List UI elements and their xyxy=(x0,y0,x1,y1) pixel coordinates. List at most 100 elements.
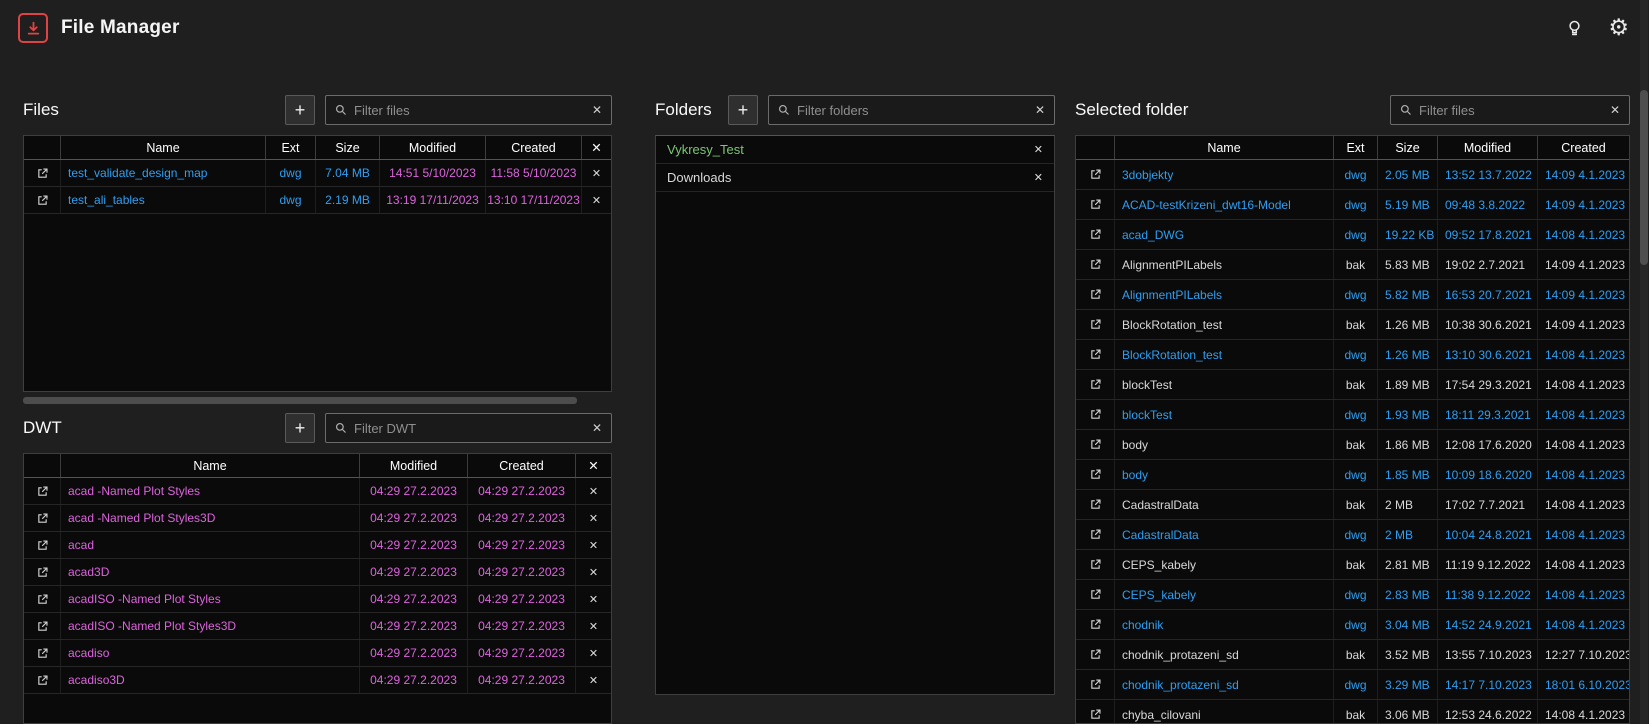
selected-file-row[interactable]: CadastralData dwg 2 MB 10:04 24.8.2021 1… xyxy=(1076,520,1629,550)
dwt-filter-input[interactable] xyxy=(354,421,585,436)
clear-search-icon[interactable]: ✕ xyxy=(1035,103,1045,117)
dwt-row[interactable]: acadiso 04:29 27.2.2023 04:29 27.2.2023 … xyxy=(24,640,611,667)
open-file-icon[interactable] xyxy=(1089,378,1102,391)
remove-file-icon[interactable]: ✕ xyxy=(592,167,601,180)
open-file-icon[interactable] xyxy=(1089,678,1102,691)
column-header-close[interactable]: ✕ xyxy=(581,136,611,159)
open-file-icon[interactable] xyxy=(1089,438,1102,451)
remove-dwt-icon[interactable]: ✕ xyxy=(589,485,598,498)
selected-file-row[interactable]: BlockRotation_test dwg 1.26 MB 13:10 30.… xyxy=(1076,340,1629,370)
dwt-row[interactable]: acadISO -Named Plot Styles3D 04:29 27.2.… xyxy=(24,613,611,640)
lightbulb-icon[interactable] xyxy=(1565,19,1584,38)
gear-icon[interactable]: ⚙ xyxy=(1608,17,1629,40)
dwt-row[interactable]: acadISO -Named Plot Styles 04:29 27.2.20… xyxy=(24,586,611,613)
add-dwt-button[interactable]: + xyxy=(285,413,315,443)
column-header-close[interactable]: ✕ xyxy=(575,454,611,477)
file-row[interactable]: test_validate_design_map dwg 7.04 MB 14:… xyxy=(24,160,611,187)
folder-item[interactable]: Downloads ✕ xyxy=(656,164,1054,192)
open-file-icon[interactable] xyxy=(1089,468,1102,481)
column-header-name[interactable]: Name xyxy=(60,136,265,159)
open-dwt-icon[interactable] xyxy=(36,566,49,579)
open-dwt-icon[interactable] xyxy=(36,620,49,633)
column-header-ext[interactable]: Ext xyxy=(1333,136,1377,159)
dwt-row[interactable]: acad -Named Plot Styles3D 04:29 27.2.202… xyxy=(24,505,611,532)
open-file-icon[interactable] xyxy=(1089,528,1102,541)
remove-dwt-icon[interactable]: ✕ xyxy=(589,512,598,525)
remove-dwt-icon[interactable]: ✕ xyxy=(589,593,598,606)
dwt-row[interactable]: acadiso3D 04:29 27.2.2023 04:29 27.2.202… xyxy=(24,667,611,694)
open-dwt-icon[interactable] xyxy=(36,539,49,552)
open-file-icon[interactable] xyxy=(1089,258,1102,271)
open-file-icon[interactable] xyxy=(1089,198,1102,211)
selected-file-row[interactable]: CEPS_kabely dwg 2.83 MB 11:38 9.12.2022 … xyxy=(1076,580,1629,610)
selected-file-row[interactable]: body bak 1.86 MB 12:08 17.6.2020 14:08 4… xyxy=(1076,430,1629,460)
column-header-ext[interactable]: Ext xyxy=(265,136,315,159)
column-header-modified[interactable]: Modified xyxy=(1437,136,1537,159)
column-header-size[interactable]: Size xyxy=(1377,136,1437,159)
files-horizontal-scrollbar[interactable] xyxy=(23,397,612,404)
open-file-icon[interactable] xyxy=(1089,648,1102,661)
open-file-icon[interactable] xyxy=(1089,558,1102,571)
open-file-icon[interactable] xyxy=(1089,318,1102,331)
open-file-icon[interactable] xyxy=(1089,588,1102,601)
open-file-icon[interactable] xyxy=(1089,708,1102,721)
dwt-row[interactable]: acad -Named Plot Styles 04:29 27.2.2023 … xyxy=(24,478,611,505)
selected-file-row[interactable]: AlignmentPILabels bak 5.83 MB 19:02 2.7.… xyxy=(1076,250,1629,280)
selected-folder-filter-input[interactable] xyxy=(1419,103,1603,118)
open-dwt-icon[interactable] xyxy=(36,485,49,498)
open-file-icon[interactable] xyxy=(1089,408,1102,421)
selected-file-row[interactable]: chodnik dwg 3.04 MB 14:52 24.9.2021 14:0… xyxy=(1076,610,1629,640)
column-header-created[interactable]: Created xyxy=(467,454,575,477)
column-header-created[interactable]: Created xyxy=(485,136,581,159)
folder-item[interactable]: Vykresy_Test ✕ xyxy=(656,136,1054,164)
remove-folder-icon[interactable]: ✕ xyxy=(1034,143,1043,156)
remove-folder-icon[interactable]: ✕ xyxy=(1034,171,1043,184)
folders-filter-input[interactable] xyxy=(797,103,1028,118)
open-file-icon[interactable] xyxy=(1089,498,1102,511)
open-file-icon[interactable] xyxy=(1089,288,1102,301)
scrollbar-thumb[interactable] xyxy=(23,397,577,404)
selected-file-row[interactable]: CadastralData bak 2 MB 17:02 7.7.2021 14… xyxy=(1076,490,1629,520)
column-header-name[interactable]: Name xyxy=(60,454,359,477)
dwt-row[interactable]: acad 04:29 27.2.2023 04:29 27.2.2023 ✕ xyxy=(24,532,611,559)
page-vertical-scrollbar[interactable] xyxy=(1640,0,1648,724)
selected-file-row[interactable]: chodnik_protazeni_sd bak 3.52 MB 13:55 7… xyxy=(1076,640,1629,670)
clear-search-icon[interactable]: ✕ xyxy=(592,421,602,435)
remove-dwt-icon[interactable]: ✕ xyxy=(589,539,598,552)
remove-dwt-icon[interactable]: ✕ xyxy=(589,620,598,633)
clear-search-icon[interactable]: ✕ xyxy=(1610,103,1620,117)
add-folder-button[interactable]: + xyxy=(728,95,758,125)
open-dwt-icon[interactable] xyxy=(36,647,49,660)
open-file-icon[interactable] xyxy=(1089,618,1102,631)
open-dwt-icon[interactable] xyxy=(36,593,49,606)
selected-file-row[interactable]: CEPS_kabely bak 2.81 MB 11:19 9.12.2022 … xyxy=(1076,550,1629,580)
selected-file-row[interactable]: chyba_cilovani bak 3.06 MB 12:53 24.6.20… xyxy=(1076,700,1629,724)
remove-dwt-icon[interactable]: ✕ xyxy=(589,674,598,687)
open-dwt-icon[interactable] xyxy=(36,674,49,687)
selected-file-row[interactable]: acad_DWG dwg 19.22 KB 09:52 17.8.2021 14… xyxy=(1076,220,1629,250)
selected-file-row[interactable]: BlockRotation_test bak 1.26 MB 10:38 30.… xyxy=(1076,310,1629,340)
open-file-icon[interactable] xyxy=(1089,348,1102,361)
selected-file-row[interactable]: blockTest dwg 1.93 MB 18:11 29.3.2021 14… xyxy=(1076,400,1629,430)
open-dwt-icon[interactable] xyxy=(36,512,49,525)
remove-dwt-icon[interactable]: ✕ xyxy=(589,566,598,579)
dwt-row[interactable]: acad3D 04:29 27.2.2023 04:29 27.2.2023 ✕ xyxy=(24,559,611,586)
open-file-icon[interactable] xyxy=(1089,168,1102,181)
files-filter-input[interactable] xyxy=(354,103,585,118)
clear-search-icon[interactable]: ✕ xyxy=(592,103,602,117)
selected-file-row[interactable]: AlignmentPILabels dwg 5.82 MB 16:53 20.7… xyxy=(1076,280,1629,310)
selected-file-row[interactable]: chodnik_protazeni_sd dwg 3.29 MB 14:17 7… xyxy=(1076,670,1629,700)
selected-file-row[interactable]: blockTest bak 1.89 MB 17:54 29.3.2021 14… xyxy=(1076,370,1629,400)
column-header-name[interactable]: Name xyxy=(1114,136,1333,159)
scrollbar-thumb[interactable] xyxy=(1640,90,1648,265)
column-header-size[interactable]: Size xyxy=(315,136,379,159)
remove-dwt-icon[interactable]: ✕ xyxy=(589,647,598,660)
open-file-icon[interactable] xyxy=(36,194,49,207)
selected-file-row[interactable]: ACAD-testKrizeni_dwt16-Model dwg 5.19 MB… xyxy=(1076,190,1629,220)
selected-file-row[interactable]: 3dobjekty dwg 2.05 MB 13:52 13.7.2022 14… xyxy=(1076,160,1629,190)
column-header-modified[interactable]: Modified xyxy=(359,454,467,477)
file-row[interactable]: test_ali_tables dwg 2.19 MB 13:19 17/11/… xyxy=(24,187,611,214)
column-header-modified[interactable]: Modified xyxy=(379,136,485,159)
selected-file-row[interactable]: body dwg 1.85 MB 10:09 18.6.2020 14:08 4… xyxy=(1076,460,1629,490)
add-file-button[interactable]: + xyxy=(285,95,315,125)
